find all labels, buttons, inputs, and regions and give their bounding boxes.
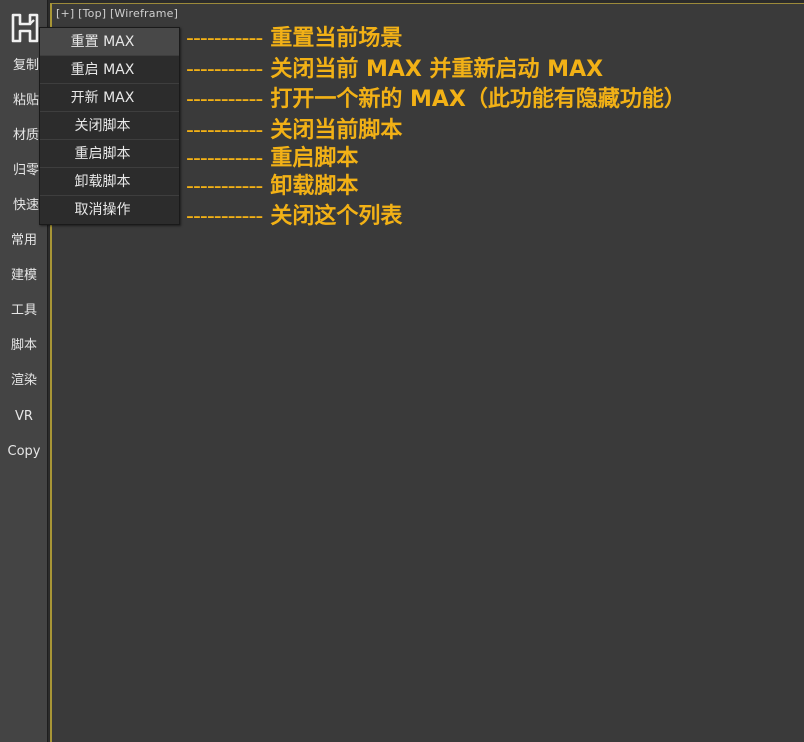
annotation-text: 打开一个新的 MAX（此功能有隐藏功能）: [270, 87, 686, 112]
sidebar-item-copy-cn[interactable]: 复制: [0, 51, 40, 81]
sidebar-item-common[interactable]: 常用: [0, 226, 48, 256]
menu-item-cancel[interactable]: 取消操作: [40, 196, 179, 224]
sidebar-item-quick[interactable]: 快速: [0, 191, 40, 221]
annotation-text: 关闭当前脚本: [270, 118, 403, 143]
annotation-text: 重启脚本: [270, 146, 359, 171]
menu-item-close-script[interactable]: 关闭脚本: [40, 112, 179, 140]
annotation-text: 关闭当前 MAX 并重新启动 MAX: [270, 57, 604, 82]
menu-item-restart-script[interactable]: 重启脚本: [40, 140, 179, 168]
annotation-restart-script: ----------- 重启脚本: [186, 144, 358, 174]
annotation-reset-max: ----------- 重置当前场景: [186, 24, 402, 54]
sidebar-item-script[interactable]: 脚本: [0, 331, 48, 361]
annotation-dash: -----------: [186, 174, 263, 199]
app-window: [+] [Top] [Wireframe] 复制 粘贴 材质 归零 快速 常用 …: [0, 0, 804, 742]
annotation-text: 关闭这个列表: [270, 204, 403, 229]
viewport-label[interactable]: [+] [Top] [Wireframe]: [56, 7, 178, 20]
sidebar-item-material[interactable]: 材质: [0, 121, 40, 151]
sidebar-item-render[interactable]: 渲染: [0, 366, 48, 396]
sidebar-item-tools[interactable]: 工具: [0, 296, 48, 326]
menu-item-unload-script[interactable]: 卸载脚本: [40, 168, 179, 196]
annotation-dash: -----------: [186, 87, 263, 112]
annotation-close-script: ----------- 关闭当前脚本: [186, 116, 402, 146]
annotation-new-max: ----------- 打开一个新的 MAX（此功能有隐藏功能）: [186, 85, 686, 115]
annotation-dash: -----------: [186, 26, 263, 51]
annotation-text: 卸载脚本: [270, 174, 359, 199]
menu-item-restart-max[interactable]: 重启 MAX: [40, 56, 179, 84]
annotation-dash: -----------: [186, 146, 263, 171]
menu-item-new-max[interactable]: 开新 MAX: [40, 84, 179, 112]
annotation-restart-max: ----------- 关闭当前 MAX 并重新启动 MAX: [186, 55, 603, 85]
sidebar-item-modeling[interactable]: 建模: [0, 261, 48, 291]
h-logo-icon[interactable]: [10, 12, 40, 44]
annotation-unload-script: ----------- 卸载脚本: [186, 172, 358, 202]
menu-item-reset-max[interactable]: 重置 MAX: [40, 28, 179, 56]
sidebar-item-vr[interactable]: VR: [0, 402, 48, 432]
annotation-dash: -----------: [186, 118, 263, 143]
sidebar-item-paste[interactable]: 粘贴: [0, 86, 40, 116]
annotation-cancel: ----------- 关闭这个列表: [186, 202, 402, 232]
sidebar-item-reset-zero[interactable]: 归零: [0, 156, 40, 186]
annotation-dash: -----------: [186, 204, 263, 229]
annotation-dash: -----------: [186, 57, 263, 82]
max-dropdown-menu: 重置 MAX 重启 MAX 开新 MAX 关闭脚本 重启脚本 卸载脚本 取消操作: [39, 27, 180, 225]
sidebar-item-copy[interactable]: Copy: [0, 437, 48, 467]
annotation-text: 重置当前场景: [270, 26, 403, 51]
